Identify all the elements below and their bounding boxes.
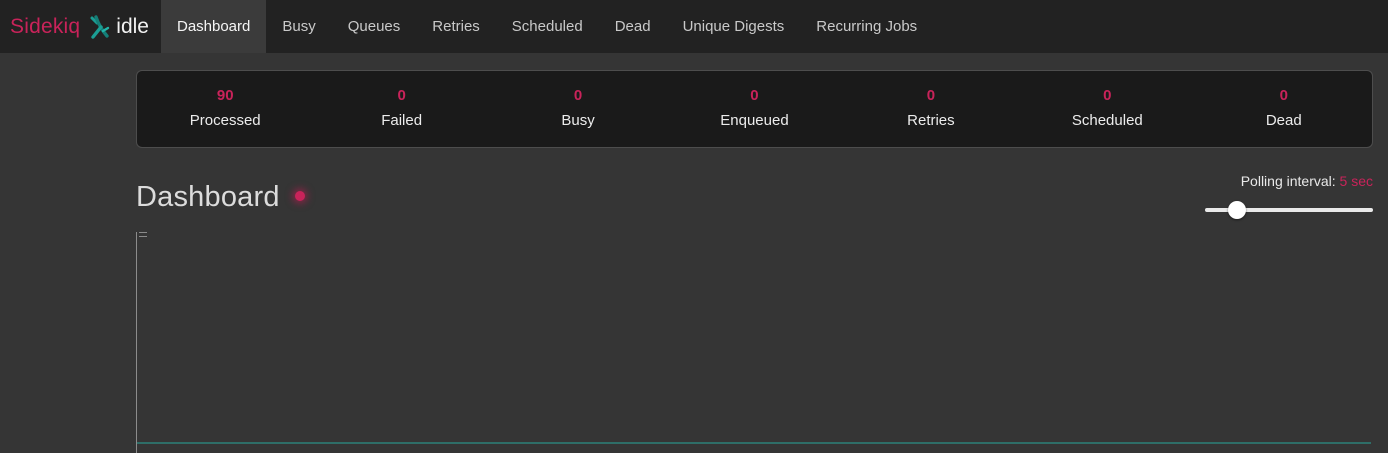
- stat-label: Enqueued: [720, 108, 788, 134]
- stat-label: Dead: [1266, 108, 1302, 134]
- nav-item-busy[interactable]: Busy: [266, 0, 331, 53]
- stat-label: Processed: [190, 108, 261, 134]
- nav-item-dashboard[interactable]: Dashboard: [161, 0, 266, 53]
- stat-dead: 0 Dead: [1196, 71, 1372, 147]
- stat-value: 0: [574, 86, 582, 106]
- stat-value: 0: [750, 86, 758, 106]
- navbar-menu: Dashboard Busy Queues Retries Scheduled …: [161, 0, 933, 53]
- top-navbar: Sidekiq idle Dashboard Busy Queues Retri…: [0, 0, 1388, 53]
- stat-label: Scheduled: [1072, 108, 1143, 134]
- sidekiq-logo-icon: [88, 15, 110, 39]
- stats-summary-bar: 90 Processed 0 Failed 0 Busy 0 Enqueued …: [136, 70, 1373, 148]
- nav-item-recurring-jobs[interactable]: Recurring Jobs: [800, 0, 933, 53]
- brand-name: Sidekiq: [10, 15, 80, 39]
- process-status-text: idle: [116, 15, 149, 39]
- page-title: Dashboard: [136, 181, 305, 214]
- nav-item-retries[interactable]: Retries: [416, 0, 496, 53]
- stat-scheduled: 0 Scheduled: [1019, 71, 1195, 147]
- live-beacon-icon: [295, 191, 305, 201]
- stat-value: 90: [217, 86, 234, 106]
- slider-thumb[interactable]: [1228, 201, 1246, 219]
- chart-axis-tick: [139, 232, 147, 233]
- dashboard-realtime-chart: [136, 232, 1373, 453]
- polling-interval-slider[interactable]: [1205, 201, 1373, 219]
- stat-value: 0: [1103, 86, 1111, 106]
- sidekiq-brand-link[interactable]: Sidekiq idle: [0, 0, 155, 53]
- stat-value: 0: [397, 86, 405, 106]
- polling-interval-label-row: Polling interval: 5 sec: [1205, 172, 1373, 190]
- polling-interval-control: Polling interval: 5 sec: [1205, 172, 1373, 219]
- stat-label: Retries: [907, 108, 955, 134]
- stat-label: Failed: [381, 108, 422, 134]
- nav-item-scheduled[interactable]: Scheduled: [496, 0, 599, 53]
- nav-item-dead[interactable]: Dead: [599, 0, 667, 53]
- stat-busy: 0 Busy: [490, 71, 666, 147]
- chart-axis-tick: [139, 236, 147, 237]
- polling-interval-label: Polling interval:: [1241, 173, 1336, 189]
- stat-label: Busy: [561, 108, 594, 134]
- stat-processed: 90 Processed: [137, 71, 313, 147]
- nav-item-unique-digests[interactable]: Unique Digests: [667, 0, 801, 53]
- chart-baseline-series: [137, 442, 1371, 444]
- stat-value: 0: [1280, 86, 1288, 106]
- stat-failed: 0 Failed: [313, 71, 489, 147]
- stat-value: 0: [927, 86, 935, 106]
- page-title-text: Dashboard: [136, 181, 280, 213]
- stat-retries: 0 Retries: [843, 71, 1019, 147]
- nav-item-queues[interactable]: Queues: [332, 0, 417, 53]
- stat-enqueued: 0 Enqueued: [666, 71, 842, 147]
- polling-interval-value: 5 sec: [1340, 173, 1373, 189]
